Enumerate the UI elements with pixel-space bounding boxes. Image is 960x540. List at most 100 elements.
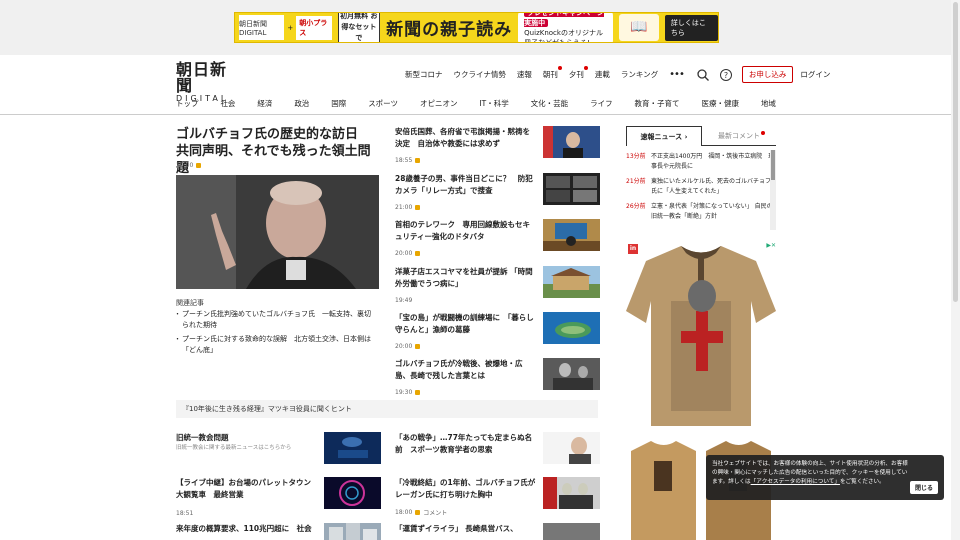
more-menu-icon[interactable]: ••• <box>669 69 685 80</box>
story-title: 【ライブ中継】お台場のパレットタウン大観覧車 最終営業 <box>176 478 311 499</box>
story-5[interactable]: 「宝の島」が戦闘機の訓練場に 「暮らし守らんと」漁師の葛藤 20:00 <box>395 312 600 350</box>
cat-international[interactable]: 国際 <box>331 98 346 109</box>
story-3[interactable]: 首相のテレワーク 専用回線敷設もセキュリティー強化のドタバタ 20:00 <box>395 219 600 257</box>
ad-info-icon[interactable]: in <box>628 244 638 254</box>
util-link-evening[interactable]: 夕刊 <box>569 66 588 80</box>
ad-headline: 新聞の親子読み <box>386 20 513 40</box>
news-text: 不正支出1400万円 福岡・筑後市立病院 理事長や元院長に <box>651 153 775 170</box>
story-time-text: 19:49 <box>395 297 413 304</box>
story-6[interactable]: ゴルバチョフ氏が冷戦後、被爆地・広島、長崎で残した言葉とは 19:30 <box>395 358 600 396</box>
util-link-corona[interactable]: 新型コロナ <box>405 69 443 80</box>
thumb-art <box>543 477 600 509</box>
cat-opinion[interactable]: オピニオン <box>420 98 458 109</box>
bottom-story-4[interactable]: 「あの戦争」…77年たっても定まらぬ名前 スポーツ教育学者の思索 <box>395 432 600 472</box>
promo-text-banner[interactable]: 『10年後に生き残る経理』マツキヨ役員に聞くヒント <box>176 400 598 418</box>
cat-region[interactable]: 地域 <box>761 98 776 109</box>
story-thumb <box>543 432 600 464</box>
cat-life[interactable]: ライフ <box>590 98 613 109</box>
ad-promo: プレゼントキャンペーン実施中 QuizKnockのオリジナル冊子などがもらえる! <box>518 13 613 43</box>
cat-it-science[interactable]: IT・科学 <box>479 98 508 109</box>
ad-promo-tag: プレゼントキャンペーン実施中 <box>524 13 604 27</box>
story-thumb <box>324 432 381 464</box>
util-link-breaking[interactable]: 速報 <box>517 69 532 80</box>
lock-icon <box>415 251 421 256</box>
story-title: 「宝の島」が戦闘機の訓練場に 「暮らし守らんと」漁師の葛藤 <box>395 313 534 334</box>
help-icon[interactable]: ? <box>719 68 733 82</box>
tab-breaking-news[interactable]: 速報ニュース › <box>626 126 702 146</box>
story-4[interactable]: 洋菓子店エスコヤマを社員が提訴 「時間外労働でうつ病に」 19:49 <box>395 266 600 304</box>
news-item[interactable]: 26分前 立憲・泉代表「対策になっていない」 自民の旧統一教会「断絶」方針 <box>626 202 776 222</box>
news-scrollbar-thumb[interactable] <box>771 150 775 180</box>
story-thumb <box>543 523 600 540</box>
top-ad-banner[interactable]: 朝日新聞 DIGITAL + 朝小プラス 初月無料 お得なセットで 新聞の親子読… <box>234 12 719 43</box>
thumb-art <box>543 126 600 158</box>
cookie-text: 当社ウェブサイトでは、お客様の体験の向上、サイト使用状況の分析、お客様の興味・関… <box>712 460 912 487</box>
lead-time: 19:00 <box>176 162 202 169</box>
lock-icon <box>415 158 421 163</box>
login-link[interactable]: ログイン <box>800 69 830 80</box>
story-time-text: 19:30 <box>395 389 413 396</box>
lead-photo[interactable] <box>176 175 379 289</box>
lock-icon <box>415 510 421 515</box>
story-2[interactable]: 28歳養子の男、事件当日どこに？ 防犯カメラ「リレー方式」で捜査 21:00 <box>395 173 600 211</box>
bottom-story-2[interactable]: 【ライブ中継】お台場のパレットタウン大観覧車 最終営業 18:51 <box>176 477 381 517</box>
util-link-series[interactable]: 連載 <box>595 69 610 80</box>
bottom-story-1[interactable]: 旧統一教会問題 旧統一教会に関する最新ニュースはこちらから <box>176 432 381 472</box>
story-title: 首相のテレワーク 専用回線敷設もセキュリティー強化のドタバタ <box>395 220 530 241</box>
cat-education[interactable]: 教育・子育て <box>635 98 680 109</box>
util-link-ukraine[interactable]: ウクライナ情勢 <box>454 69 506 80</box>
story-thumb <box>324 523 381 540</box>
story-thumb <box>543 173 600 205</box>
page-scrollbar-thumb[interactable] <box>953 2 958 302</box>
cookie-policy-link[interactable]: 「アクセスデータの利用について」 <box>751 479 840 485</box>
related-link-1[interactable]: プーチン氏批判強めていたゴルバチョフ氏 一転支持、裏切られた期待 <box>174 309 376 331</box>
bottom-story-3[interactable]: 来年度の概算要求、110兆円超に 社会 <box>176 523 381 540</box>
util-link-morning[interactable]: 朝刊 <box>543 66 562 80</box>
story-thumb <box>543 266 600 298</box>
story-title: 「あの戦争」…77年たっても定まらぬ名前 スポーツ教育学者の思索 <box>395 433 533 454</box>
story-time-text: 20:00 <box>395 250 413 257</box>
news-text: 立憲・泉代表「対策になっていない」 自民の旧統一教会「断絶」方針 <box>651 203 773 220</box>
signup-button[interactable]: お申し込み <box>741 66 794 83</box>
bottom-story-5[interactable]: 「冷戦終結」の1年前、ゴルバチョフ氏がレーガン氏に打ち明けた胸中 18:00 コメ… <box>395 477 600 517</box>
thumb-art <box>543 523 600 540</box>
cat-culture[interactable]: 文化・芸能 <box>531 98 569 109</box>
cat-sports[interactable]: スポーツ <box>368 98 398 109</box>
ad-close-icon[interactable]: ▶✕ <box>758 242 776 250</box>
cat-economy[interactable]: 経済 <box>257 98 272 109</box>
bottom-story-6[interactable]: 「運賃ずイライラ」 長崎県営バス、 <box>395 523 600 540</box>
thumb-art <box>324 432 381 464</box>
util-link-ranking[interactable]: ランキング <box>621 69 658 80</box>
thumb-art <box>543 312 600 344</box>
news-item[interactable]: 13分前 不正支出1400万円 福岡・筑後市立病院 理事長や元院長に <box>626 152 776 172</box>
news-item[interactable]: 21分前 東独にいたメルケル氏、死去のゴルバチョフ氏に「人生変えてくれた」 <box>626 177 776 197</box>
cat-society[interactable]: 社会 <box>220 98 235 109</box>
ad-cta-button[interactable]: 詳しくはこちら <box>664 14 718 41</box>
cookie-close-button[interactable]: 閉じる <box>909 481 938 494</box>
thumb-art <box>543 358 600 390</box>
ad-promo-text: QuizKnockのオリジナル冊子などがもらえる! <box>524 28 603 43</box>
story-1[interactable]: 安倍氏国葬、各府省で弔旗掲揚・黙祷を決定 自治体や教委には求めず 18:55 <box>395 126 600 164</box>
cat-top[interactable]: トップ <box>176 98 199 109</box>
site-logo[interactable]: 朝日新聞 DIGITAL <box>176 62 242 104</box>
cat-politics[interactable]: 政治 <box>294 98 309 109</box>
news-ago: 21分前 <box>626 178 646 185</box>
story-time: 18:00 コメント <box>395 508 447 517</box>
story-time: 20:00 <box>395 250 421 257</box>
tab-latest-comments[interactable]: 最新コメント <box>702 126 776 146</box>
lead-headline[interactable]: ゴルバチョフ氏の歴史的な訪日 共同声明、それでも残った領土問題 <box>176 126 376 177</box>
story-thumb <box>543 219 600 251</box>
lock-icon <box>196 163 202 168</box>
news-tabs: 速報ニュース › 最新コメント <box>626 126 776 146</box>
related-link-2[interactable]: プーチン氏に対する致命的な誤解 北方領土交渉、日本側は「どん底」 <box>174 334 376 356</box>
thumb-art <box>543 173 600 205</box>
tab-breaking-label: 速報ニュース <box>640 132 683 141</box>
thumb-art <box>543 219 600 251</box>
story-time: 21:00 <box>395 204 421 211</box>
thumb-art <box>543 266 600 298</box>
cat-health[interactable]: 医療・健康 <box>701 98 739 109</box>
lock-icon <box>415 390 421 395</box>
search-icon[interactable] <box>696 68 710 82</box>
news-text: 東独にいたメルケル氏、死去のゴルバチョフ氏に「人生変えてくれた」 <box>651 178 772 195</box>
story-time: 18:51 <box>176 510 193 517</box>
